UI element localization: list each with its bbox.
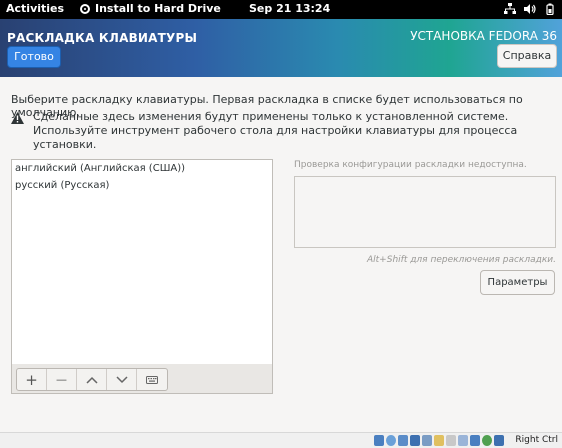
list-item[interactable]: английский (Английская (США)) [12, 160, 272, 177]
shared-folder-icon[interactable] [434, 435, 444, 446]
app-menu[interactable]: Install to Hard Drive [80, 2, 221, 15]
network-adapter-icon[interactable] [410, 435, 420, 446]
move-up-button[interactable] [77, 369, 107, 390]
warning-message: Сделанные здесь изменения будут применен… [11, 110, 551, 152]
remove-layout-button[interactable]: — [47, 369, 77, 390]
battery-icon [546, 3, 554, 15]
switch-hint: Alt+Shift для переключения раскладки. [367, 255, 556, 265]
installer-title: УСТАНОВКА FEDORA 36 [410, 29, 557, 43]
volume-icon [524, 4, 536, 14]
layout-preview-area [294, 176, 556, 248]
vm-status-bar: Right Ctrl [0, 432, 562, 448]
layout-list[interactable]: английский (Английская (США)) русский (Р… [11, 159, 273, 365]
plus-icon: + [25, 370, 38, 389]
move-down-button[interactable] [107, 369, 137, 390]
cpu-icon[interactable] [470, 435, 480, 446]
clock[interactable]: Sep 21 13:24 [249, 2, 330, 15]
usb-icon[interactable] [422, 435, 432, 446]
warning-icon [11, 112, 24, 124]
list-item[interactable]: русский (Русская) [12, 177, 272, 194]
anaconda-icon [80, 3, 90, 14]
chevron-up-icon [85, 376, 98, 384]
preview-unavailable-label: Проверка конфигурации раскладки недоступ… [294, 160, 527, 170]
audio-icon[interactable] [398, 435, 408, 446]
keyboard-icon [146, 375, 158, 384]
page-title: РАСКЛАДКА КЛАВИАТУРЫ [7, 31, 198, 45]
layout-toolbar-buttons: + — [16, 368, 168, 391]
warning-text: Сделанные здесь изменения будут применен… [33, 110, 518, 151]
layout-toolbar: + — [11, 364, 273, 394]
system-tray[interactable] [504, 3, 556, 15]
mouse-integration-icon[interactable] [482, 435, 492, 446]
done-button[interactable]: Готово [7, 46, 61, 68]
app-name: Install to Hard Drive [95, 2, 221, 15]
activities-button[interactable]: Activities [6, 2, 64, 15]
display-icon[interactable] [446, 435, 456, 446]
host-key-label: Right Ctrl [515, 435, 558, 445]
video-capture-icon[interactable] [458, 435, 468, 446]
minus-icon: — [56, 373, 67, 386]
hard-disk-icon[interactable] [374, 435, 384, 446]
add-layout-button[interactable]: + [17, 369, 47, 390]
vm-status-icons [374, 435, 504, 446]
spoke-header: РАСКЛАДКА КЛАВИАТУРЫ Готово УСТАНОВКА FE… [0, 19, 562, 77]
help-button[interactable]: Справка [497, 44, 557, 68]
options-button[interactable]: Параметры [480, 270, 555, 295]
chevron-down-icon [115, 375, 128, 383]
preview-layout-button[interactable] [137, 369, 167, 390]
keyboard-capture-icon[interactable] [494, 435, 504, 446]
network-icon [504, 3, 516, 14]
optical-drive-icon[interactable] [386, 435, 396, 446]
top-bar: Activities Install to Hard Drive Sep 21 … [0, 0, 562, 19]
